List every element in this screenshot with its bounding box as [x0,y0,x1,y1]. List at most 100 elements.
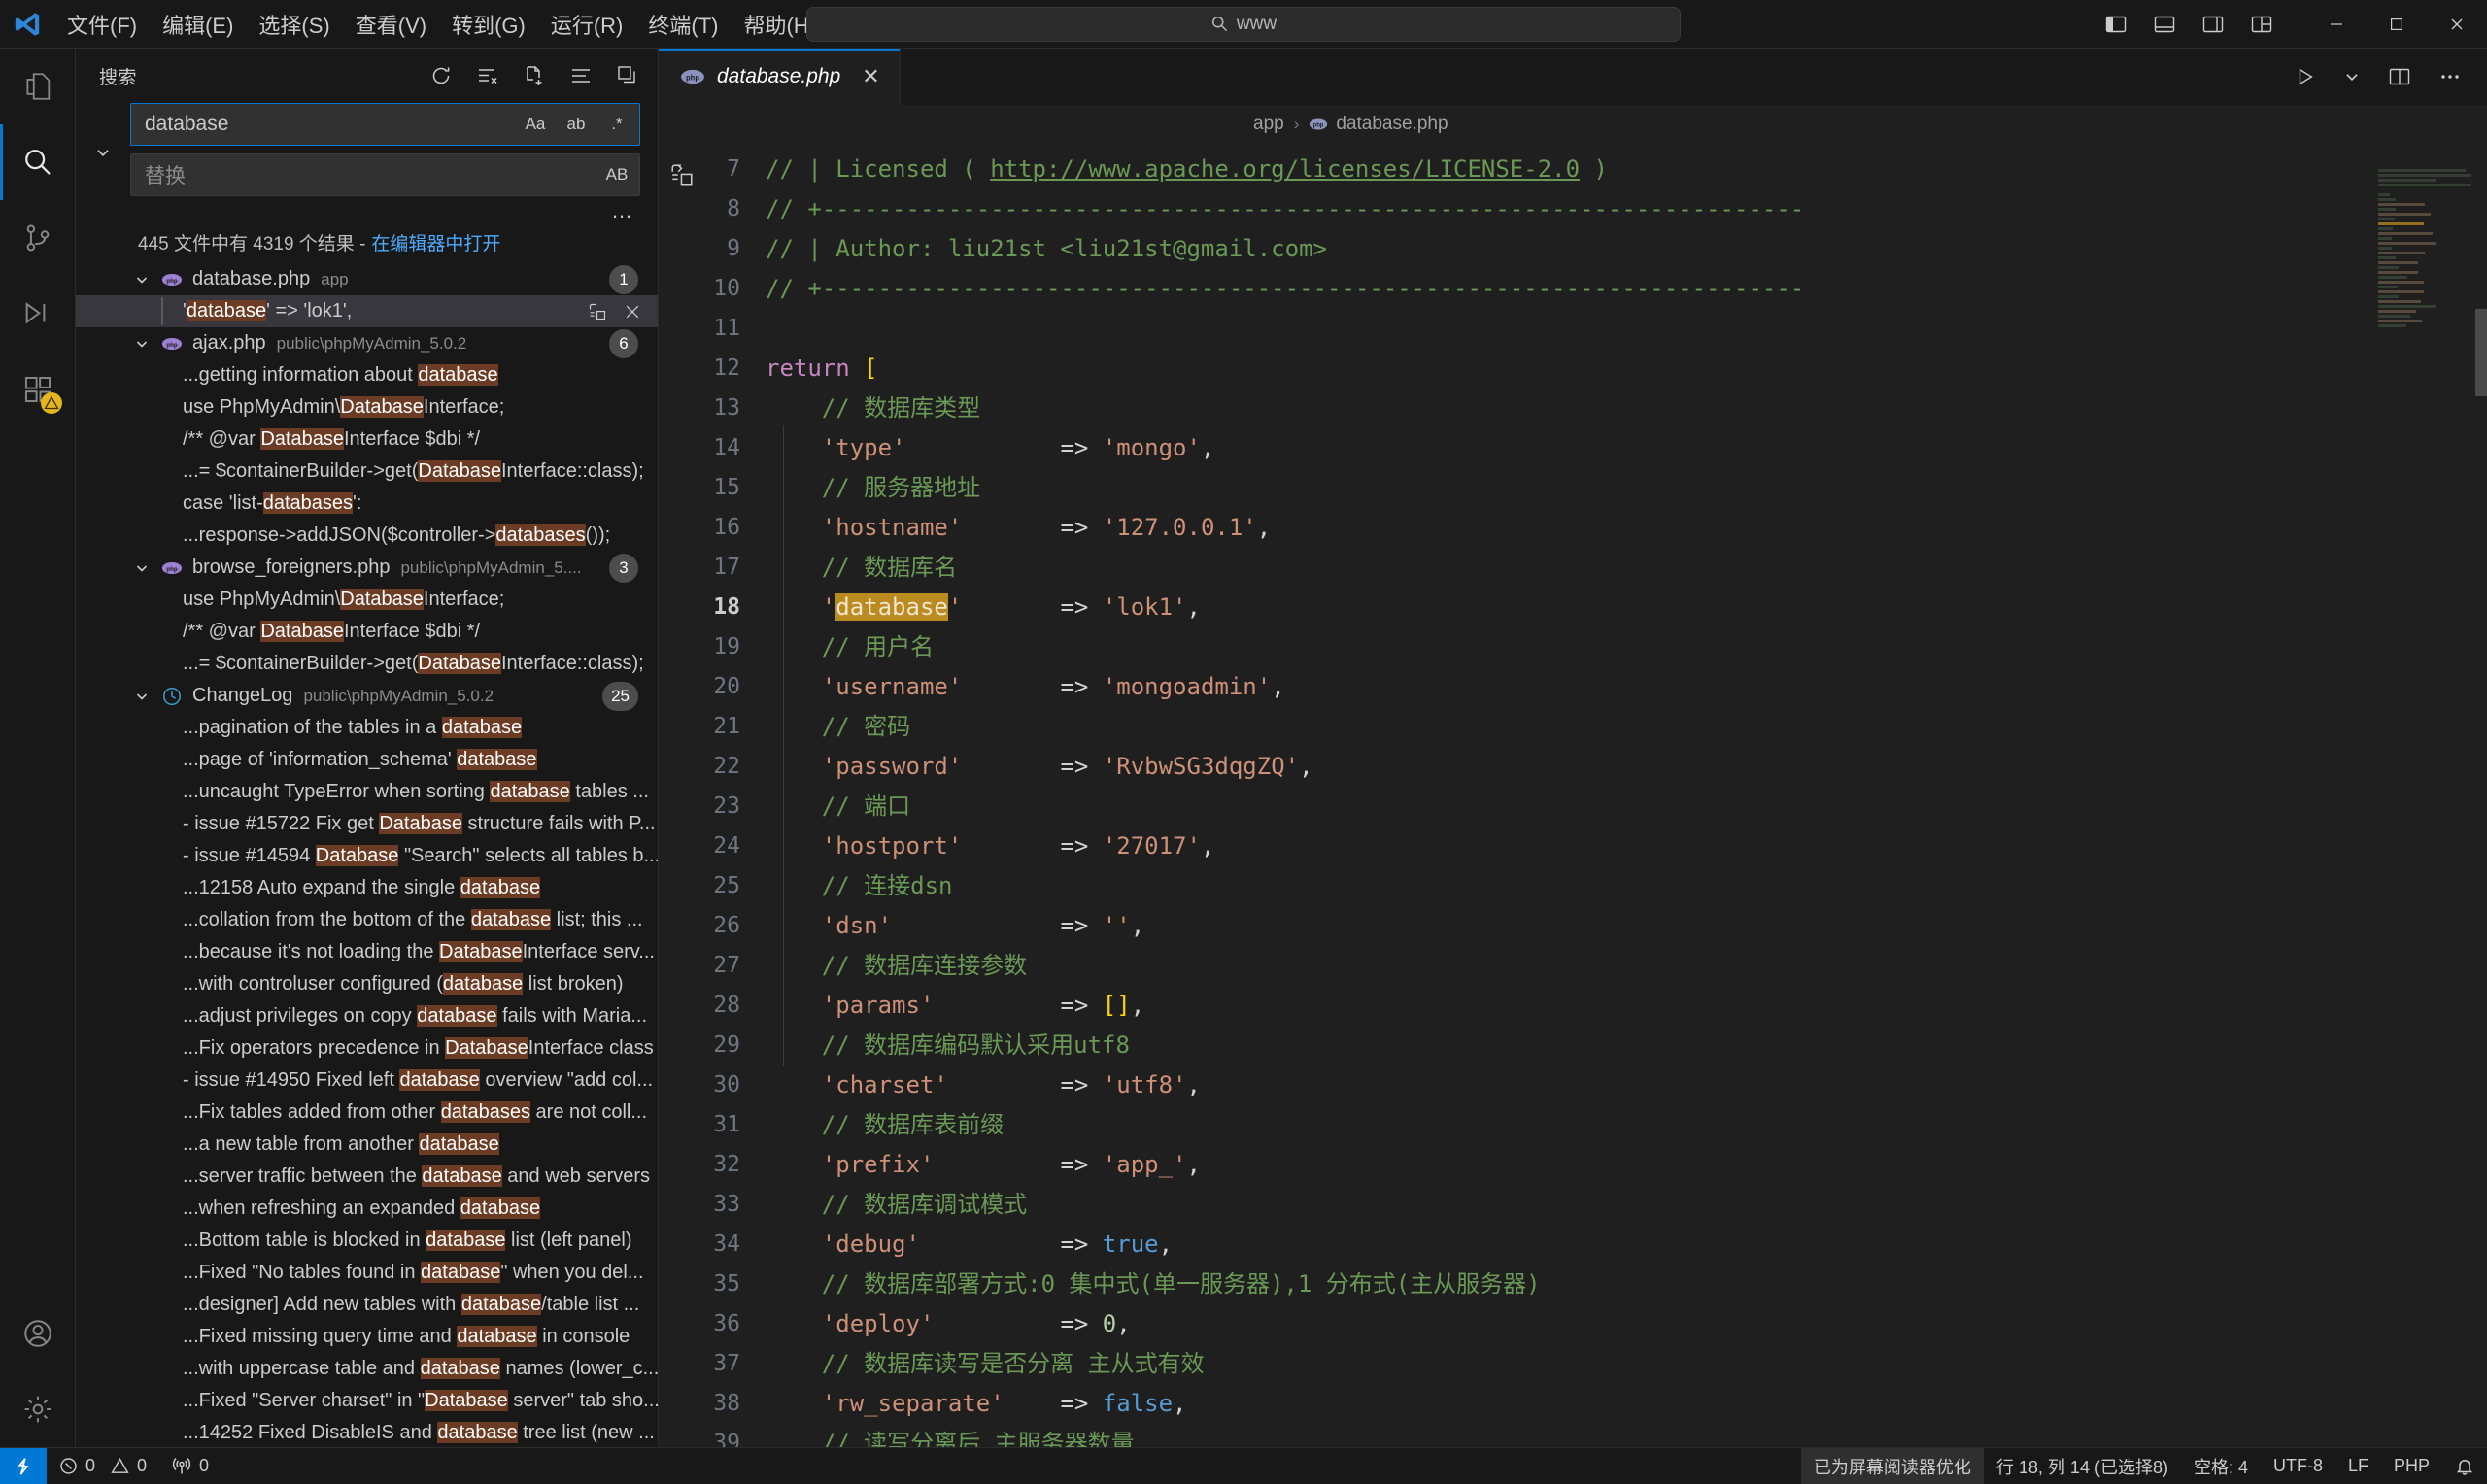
replace-input[interactable]: 替换 [130,153,640,196]
search-result-line[interactable]: ...Fixed "No tables found in database" w… [76,1257,658,1289]
code-line[interactable]: 'type' => 'mongo', [766,428,2487,468]
code-line[interactable]: 'charset' => 'utf8', [766,1065,2487,1105]
chevron-down-icon[interactable] [134,272,150,287]
code-line[interactable]: // 数据库连接参数 [766,946,2487,986]
search-result-line[interactable]: case 'list-databases': [76,488,658,520]
code-line[interactable]: 'debug' => true, [766,1225,2487,1265]
open-in-editor-link[interactable]: 在编辑器中打开 [371,229,500,255]
minimap[interactable] [2370,144,2487,1447]
maximize-button[interactable] [2367,0,2427,49]
search-result-line[interactable]: ...a new table from another database [76,1129,658,1161]
menu-file[interactable]: 文件(F) [54,4,150,45]
collapse-all-icon[interactable] [615,63,640,88]
problems-status[interactable]: 0 0 [47,1448,159,1484]
code-line[interactable]: // | Licensed ( http://www.apache.org/li… [766,150,2487,189]
code-line[interactable]: // 数据库表前缀 [766,1105,2487,1145]
code-line[interactable]: 'rw_separate' => false, [766,1384,2487,1424]
search-result-line[interactable]: ...14252 Fixed DisableIS and database tr… [76,1417,658,1447]
refresh-icon[interactable] [428,63,454,88]
code-line[interactable]: // 数据库名 [766,548,2487,588]
search-result-line[interactable]: - issue #14950 Fixed left database overv… [76,1064,658,1096]
search-result-line[interactable]: ...page of 'information_schema' database [76,744,658,776]
search-result-line[interactable]: ...with uppercase table and database nam… [76,1353,658,1385]
code-line[interactable]: 'prefix' => 'app_', [766,1145,2487,1185]
code-line[interactable]: 'deploy' => 0, [766,1304,2487,1344]
code-line[interactable]: // | Author: liu21st <liu21st@gmail.com> [766,229,2487,269]
toggle-search-details-icon[interactable]: … [611,198,634,223]
code-line[interactable]: // 数据库读写是否分离 主从式有效 [766,1344,2487,1384]
match-case-icon[interactable]: Aa [520,109,551,140]
code-line[interactable]: // 密码 [766,707,2487,747]
code-line[interactable]: 'hostname' => '127.0.0.1', [766,508,2487,548]
code-editor[interactable]: 7 8 9 10 11 12 13 14 15 16 17 18 19 20 21 22 23 24 25 26 27 2… [659,144,2487,1447]
code-line[interactable]: return [ [766,349,2487,388]
search-result-line[interactable]: ...12158 Auto expand the single database [76,872,658,904]
menu-selection[interactable]: 选择(S) [246,4,342,45]
search-result-file[interactable]: ChangeLog public\phpMyAdmin_5.0.2 25 [76,680,658,712]
cursor-position-status[interactable]: 行 18, 列 14 (已选择8) [1984,1448,2181,1484]
chevron-down-icon[interactable] [134,336,150,352]
match-whole-word-icon[interactable]: ab [561,109,592,140]
search-result-line[interactable]: ...collation from the bottom of the data… [76,904,658,936]
encoding-status[interactable]: UTF-8 [2261,1448,2335,1484]
close-icon[interactable]: ✕ [862,64,879,89]
code-line[interactable]: // +------------------------------------… [766,189,2487,229]
notifications-bell-icon[interactable] [2442,1448,2487,1484]
search-result-line[interactable]: ...= $containerBuilder->get(DatabaseInte… [76,455,658,488]
sidebar-item-search[interactable] [0,124,76,200]
code-line[interactable]: // 端口 [766,787,2487,826]
search-result-line[interactable]: ...Bottom table is blocked in database l… [76,1225,658,1257]
toggle-secondary-sidebar-icon[interactable] [2201,13,2225,36]
chevron-down-icon[interactable] [134,560,150,576]
code-line[interactable]: // 数据库部署方式:0 集中式(单一服务器),1 分布式(主从服务器) [766,1265,2487,1304]
menu-go[interactable]: 转到(G) [439,4,538,45]
code-line[interactable]: 'hostport' => '27017', [766,826,2487,866]
code-line[interactable]: 'params' => [], [766,986,2487,1026]
search-result-line[interactable]: ...with controluser configured (database… [76,968,658,1000]
editor-scrollbar[interactable] [2475,309,2487,396]
open-new-search-editor-icon[interactable] [522,63,547,88]
search-result-line[interactable]: use PhpMyAdmin\DatabaseInterface; [76,391,658,423]
sidebar-item-run-debug[interactable] [0,276,76,352]
search-result-line[interactable]: ...because it's not loading the Database… [76,936,658,968]
toggle-primary-sidebar-icon[interactable] [2104,13,2128,36]
code-line[interactable]: // 数据库调试模式 [766,1185,2487,1225]
use-regex-icon[interactable]: .* [601,109,632,140]
code-line[interactable]: 'database' => 'lok1', [766,588,2487,627]
breadcrumb-item-app[interactable]: app [1253,114,1284,135]
view-as-list-icon[interactable] [568,63,594,88]
search-result-line[interactable]: /** @var DatabaseInterface $dbi */ [76,423,658,455]
code-line[interactable]: // 读写分离后 主服务器数量 [766,1424,2487,1447]
toggle-panel-icon[interactable] [2153,13,2176,36]
sidebar-item-source-control[interactable] [0,200,76,276]
menu-edit[interactable]: 编辑(E) [150,4,246,45]
search-result-line[interactable]: ...uncaught TypeError when sorting datab… [76,776,658,808]
indentation-status[interactable]: 空格: 4 [2181,1448,2261,1484]
chevron-down-icon[interactable] [2343,68,2361,85]
clear-search-results-icon[interactable] [475,63,500,88]
replace-icon[interactable] [588,302,607,321]
code-line[interactable]: // 服务器地址 [766,468,2487,508]
code-line[interactable]: // 用户名 [766,627,2487,667]
search-result-line[interactable]: /** @var DatabaseInterface $dbi */ [76,616,658,648]
code-line[interactable]: 'username' => 'mongoadmin', [766,667,2487,707]
remote-window-button[interactable] [0,1447,47,1484]
search-result-file[interactable]: php database.php app 1 [76,263,658,295]
search-result-file[interactable]: php browse_foreigners.php public\phpMyAdmi… [76,552,658,584]
search-result-line[interactable]: ...when refreshing an expanded database [76,1193,658,1225]
minimize-button[interactable] [2306,0,2367,49]
code-line[interactable]: // 数据库编码默认采用utf8 [766,1026,2487,1065]
tab-database-php[interactable]: php database.php ✕ [659,49,901,105]
menu-view[interactable]: 查看(V) [343,4,439,45]
search-result-line[interactable]: ...server traffic between the database a… [76,1161,658,1193]
close-button[interactable] [2427,0,2487,49]
search-result-line[interactable]: use PhpMyAdmin\DatabaseInterface; [76,584,658,616]
screen-reader-status[interactable]: 已为屏幕阅读器优化 [1800,1447,1984,1484]
menu-run[interactable]: 运行(R) [538,4,636,45]
code-line[interactable]: // 数据库类型 [766,388,2487,428]
search-result-line[interactable]: ...designer] Add new tables with databas… [76,1289,658,1321]
search-result-line[interactable]: ...Fix tables added from other databases… [76,1096,658,1129]
chevron-down-icon[interactable] [94,144,112,161]
eol-status[interactable]: LF [2335,1448,2381,1484]
run-icon[interactable] [2295,66,2316,87]
